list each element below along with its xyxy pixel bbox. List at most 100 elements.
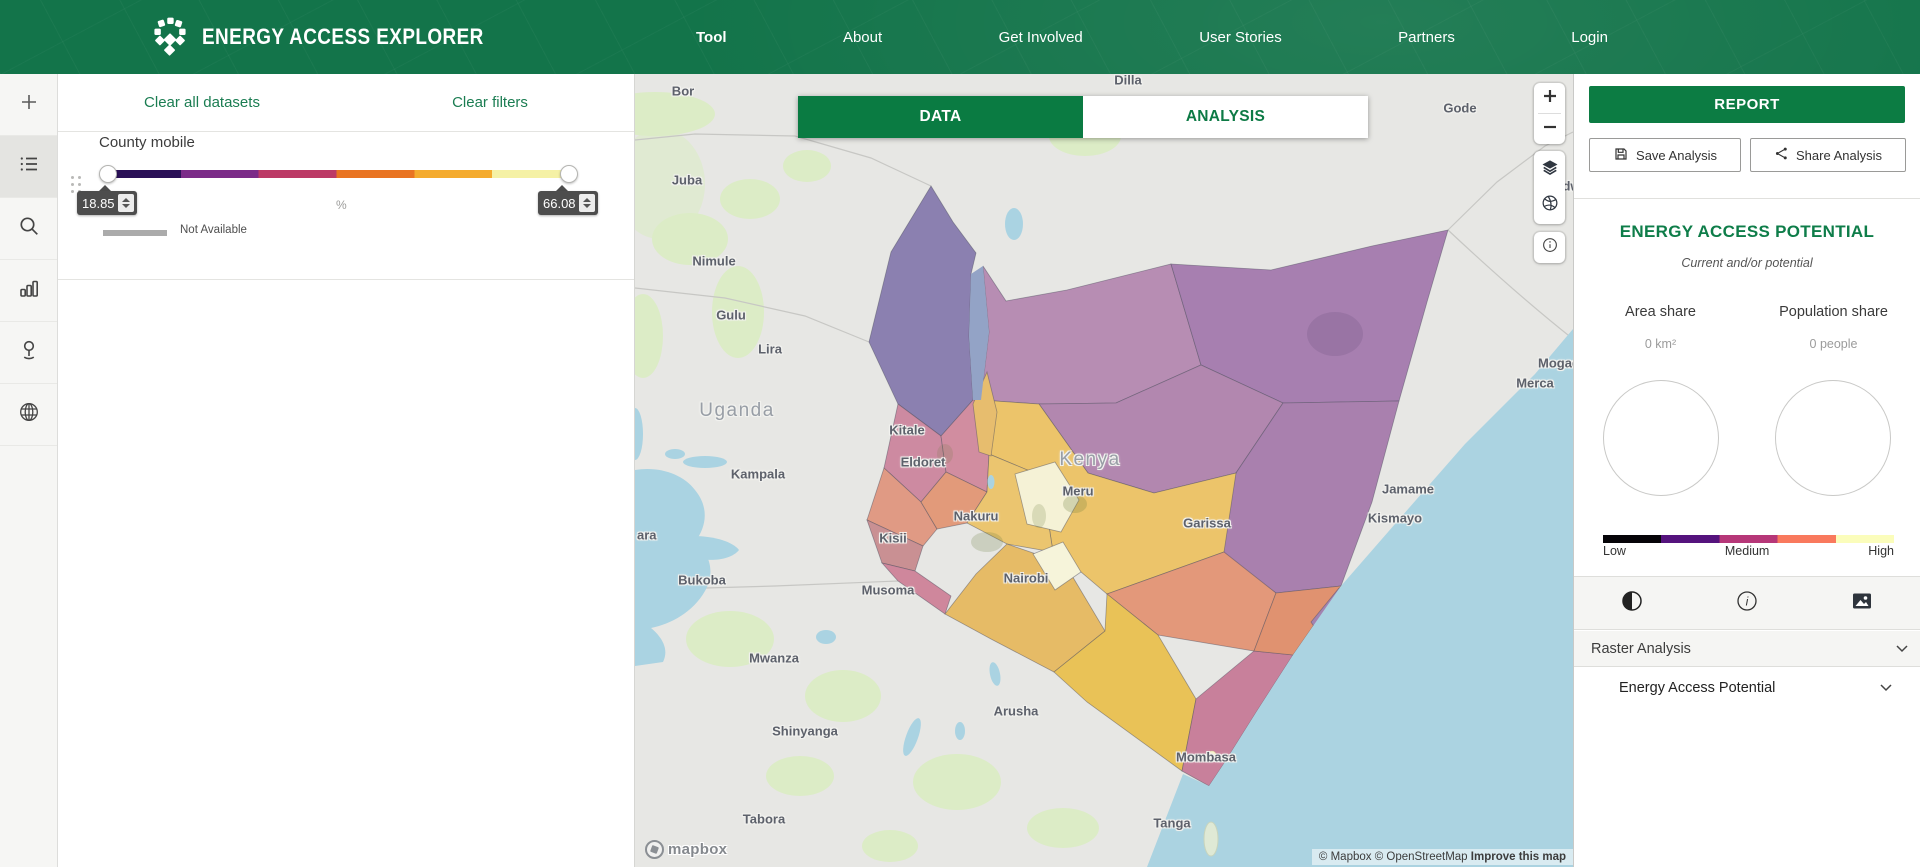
legend-low-label: Low: [1603, 544, 1626, 558]
min-value: 18.85: [82, 195, 115, 211]
max-spinner[interactable]: [579, 194, 595, 212]
save-analysis-label: Save Analysis: [1636, 147, 1717, 163]
mapbox-logo[interactable]: mapbox: [645, 840, 727, 859]
share-values-row: 0 km² 0 people: [1574, 337, 1920, 351]
app-title: ENERGY ACCESS EXPLORER: [202, 24, 484, 49]
area-share-value: 0 km²: [1644, 337, 1677, 351]
sphere-icon: [1540, 193, 1560, 218]
app-header: ENERGY ACCESS EXPLORER Tool About Get In…: [0, 0, 1920, 74]
legend-high-label: High: [1868, 544, 1894, 558]
population-share-value: 0 people: [1809, 337, 1858, 351]
chevron-down-icon: [1896, 641, 1908, 657]
divider: [1574, 198, 1920, 199]
add-dataset-button[interactable]: [0, 74, 57, 136]
unit-label: %: [336, 198, 347, 212]
share-labels-row: Area share Population share: [1574, 304, 1920, 320]
clear-all-datasets-link[interactable]: Clear all datasets: [58, 94, 346, 111]
analysis-legend-gradient: [1603, 535, 1894, 543]
basemap-style-button[interactable]: [1534, 187, 1565, 223]
slider-handle-max[interactable]: [560, 165, 578, 183]
nav-about[interactable]: About: [843, 29, 882, 46]
pin-icon: [17, 338, 41, 367]
plus-icon: [17, 90, 41, 119]
svg-text:i: i: [1746, 594, 1749, 608]
zoom-out-button[interactable]: [1534, 114, 1565, 144]
analysis-panel: REPORT Save Analysis Share Analysis ENER…: [1573, 74, 1920, 867]
layers-icon: [1540, 157, 1560, 182]
analysis-legend-labels: Low Medium High: [1603, 544, 1894, 558]
not-available-swatch: [103, 230, 167, 236]
map-info-button[interactable]: [1534, 232, 1565, 262]
nav-partners[interactable]: Partners: [1398, 29, 1455, 46]
search-icon: [17, 214, 41, 243]
min-spinner[interactable]: [118, 194, 134, 212]
energy-access-potential-label: Energy Access Potential: [1619, 680, 1776, 696]
nav-login[interactable]: Login: [1571, 29, 1608, 46]
chevron-down-icon: [1880, 680, 1892, 696]
nav-user-stories[interactable]: User Stories: [1199, 29, 1282, 46]
dataset-card: County mobile 18.85 % 66.08 Not Availabl…: [58, 132, 634, 280]
zoom-controls: [1534, 83, 1565, 144]
share-analysis-label: Share Analysis: [1796, 147, 1882, 163]
controls-panel: Clear all datasets Clear filters County …: [58, 74, 635, 867]
datasets-list-button[interactable]: [0, 136, 57, 198]
layer-controls: [1534, 151, 1565, 224]
pemba-island: [1203, 821, 1219, 857]
improve-map-link[interactable]: Improve this map: [1471, 851, 1566, 863]
locations-button[interactable]: [0, 322, 57, 384]
app-logo[interactable]: ENERGY ACCESS EXPLORER: [148, 12, 530, 63]
map-canvas[interactable]: BorDillaGodeJubaBeledweNimuleGuluLiraUga…: [635, 74, 1573, 867]
contrast-icon: [1620, 589, 1644, 618]
nav-get-involved[interactable]: Get Involved: [999, 29, 1083, 46]
logo-pin-icon: [148, 12, 192, 63]
basemap-button[interactable]: [0, 384, 57, 446]
tab-analysis[interactable]: ANALYSIS: [1083, 96, 1368, 138]
info-icon: [1541, 236, 1559, 259]
legend-medium-label: Medium: [1724, 544, 1770, 558]
raster-analysis-label: Raster Analysis: [1591, 640, 1691, 657]
image-icon: [1850, 589, 1874, 618]
min-value-input[interactable]: 18.85: [77, 191, 137, 215]
max-value-input[interactable]: 66.08: [538, 191, 598, 215]
report-button[interactable]: REPORT: [1589, 86, 1905, 123]
share-analysis-button[interactable]: Share Analysis: [1750, 138, 1906, 172]
slider-handle-min[interactable]: [99, 165, 117, 183]
population-share-donut: [1775, 380, 1891, 496]
snapshot-button[interactable]: [1842, 583, 1882, 623]
main-nav: Tool About Get Involved User Stories Par…: [696, 29, 1608, 46]
analysis-section-title: ENERGY ACCESS POTENTIAL: [1619, 222, 1875, 241]
raster-analysis-section[interactable]: Raster Analysis: [1574, 631, 1920, 667]
contrast-button[interactable]: [1612, 583, 1652, 623]
analysis-tools-row: i: [1574, 576, 1920, 630]
analysis-info-button[interactable]: i: [1727, 583, 1767, 623]
map-info-control: [1534, 232, 1565, 263]
view-tabs: DATA ANALYSIS: [798, 96, 1368, 138]
area-share-label: Area share: [1625, 304, 1696, 320]
dataset-title: County mobile: [99, 134, 195, 151]
list-icon: [17, 152, 41, 181]
mapbox-attribution-link[interactable]: © Mapbox: [1319, 851, 1372, 863]
minus-icon: [1542, 119, 1558, 140]
panel-links-bar: Clear all datasets Clear filters: [58, 74, 634, 132]
statistics-button[interactable]: [0, 260, 57, 322]
range-slider-track[interactable]: [103, 170, 570, 178]
zoom-in-button[interactable]: [1534, 83, 1565, 113]
share-icon: [1774, 146, 1789, 164]
layers-button[interactable]: [1534, 151, 1565, 187]
plus-icon: [1542, 88, 1558, 109]
search-button[interactable]: [0, 198, 57, 260]
globe-icon: [17, 400, 41, 429]
energy-access-potential-section[interactable]: Energy Access Potential: [1574, 667, 1920, 709]
osm-attribution-link[interactable]: © OpenStreetMap: [1375, 851, 1468, 863]
mapbox-wordmark: mapbox: [668, 841, 728, 858]
mapbox-icon: [645, 840, 664, 859]
mombasa-city-dot: [1207, 750, 1217, 760]
clear-filters-link[interactable]: Clear filters: [346, 94, 634, 111]
bar-chart-icon: [17, 276, 41, 305]
max-value: 66.08: [543, 195, 576, 211]
save-icon: [1613, 146, 1629, 165]
tab-data[interactable]: DATA: [798, 96, 1083, 138]
area-share-donut: [1603, 380, 1719, 496]
save-analysis-button[interactable]: Save Analysis: [1589, 138, 1741, 172]
nav-tool[interactable]: Tool: [696, 29, 727, 46]
